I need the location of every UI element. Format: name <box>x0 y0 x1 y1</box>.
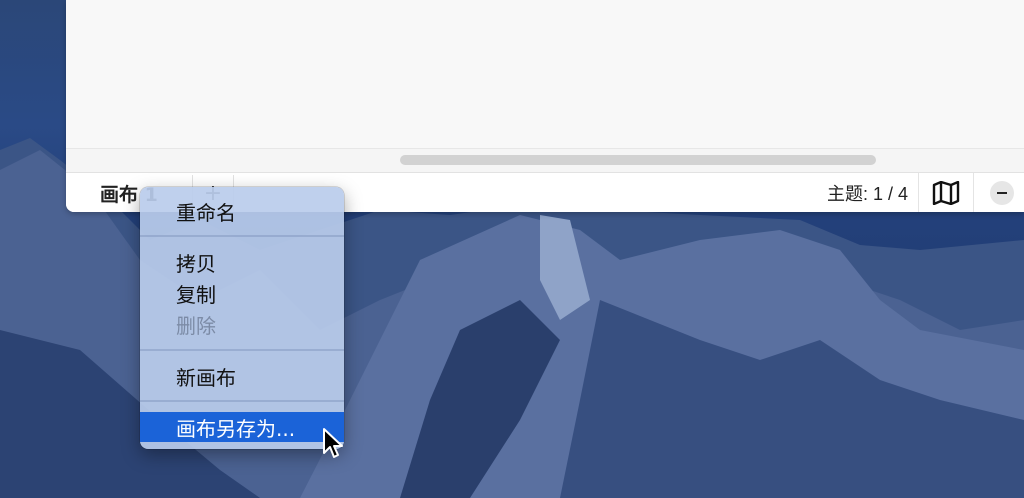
menu-item-delete: 删除 <box>176 313 216 338</box>
menu-item-new-sheet[interactable]: 新画布 <box>140 361 344 391</box>
menu-separator <box>140 349 344 351</box>
sheet-context-menu: 重命名 拷贝 复制 删除 新画布 画布另存为... <box>140 187 344 449</box>
menu-separator <box>140 235 344 237</box>
horizontal-scrollbar[interactable] <box>66 148 1024 173</box>
map-icon <box>932 181 960 205</box>
menu-separator <box>140 400 344 402</box>
menu-item-copy[interactable]: 拷贝 <box>140 247 344 277</box>
minus-icon <box>997 192 1007 194</box>
menu-item-save-sheet-as[interactable]: 画布另存为... <box>140 412 344 442</box>
pointer-cursor-icon <box>323 428 343 458</box>
menu-item-duplicate[interactable]: 复制 <box>140 278 344 308</box>
app-window: 画布 1 + 主题: 1 / 4 <box>66 0 1024 212</box>
menu-item-rename[interactable]: 重命名 <box>140 196 344 226</box>
horizontal-scrollbar-thumb[interactable] <box>400 155 876 165</box>
topic-count: 主题: 1 / 4 <box>826 184 908 204</box>
map-button[interactable] <box>918 173 974 212</box>
zoom-out-button[interactable] <box>990 181 1014 205</box>
mind-map-canvas[interactable] <box>66 0 1024 148</box>
